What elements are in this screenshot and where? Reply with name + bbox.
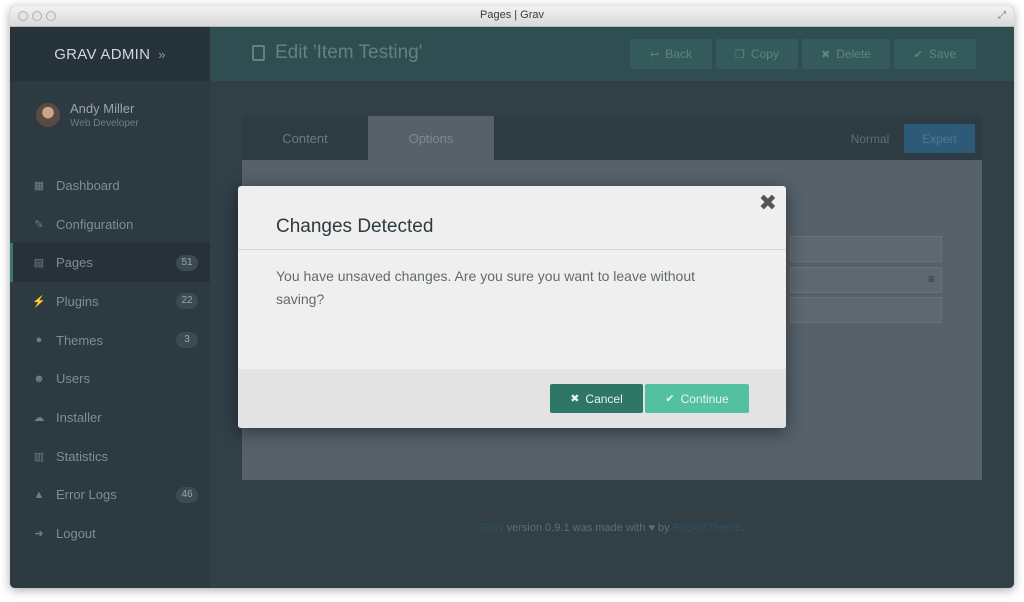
form-field[interactable] — [790, 236, 942, 262]
grid-icon: ▦ — [33, 179, 45, 192]
delete-button[interactable]: ✖ Delete — [802, 39, 890, 69]
form-field[interactable]: ≡ — [790, 267, 942, 293]
cancel-button[interactable]: ✖ Cancel — [550, 384, 643, 413]
sidebar-item-statistics[interactable]: ▥ Statistics — [10, 437, 210, 476]
check-icon: ✔ — [913, 48, 923, 61]
form-field[interactable] — [790, 297, 942, 323]
plug-icon: ⚡ — [32, 295, 46, 308]
sidebar-item-label: Logout — [56, 526, 96, 542]
count-badge: 46 — [176, 486, 198, 503]
delete-label: Delete — [836, 47, 871, 61]
sidebar-item-label: Installer — [56, 409, 102, 425]
continue-label: Continue — [680, 391, 729, 406]
sidebar-nav: ▦ Dashboard ✎ Configuration ▤ Pages 51 ⚡… — [10, 166, 210, 553]
grav-link[interactable]: Grav — [480, 522, 504, 534]
document-icon — [252, 45, 265, 61]
user-role: Web Developer — [70, 118, 139, 129]
sidebar-item-configuration[interactable]: ✎ Configuration — [10, 205, 210, 244]
sidebar-item-label: Pages — [56, 255, 93, 271]
tab-content[interactable]: Content — [242, 116, 368, 160]
file-icon: ▤ — [33, 257, 45, 270]
save-label: Save — [928, 47, 957, 61]
cloud-download-icon: ☁ — [33, 411, 45, 424]
sidebar-item-logout[interactable]: ➜ Logout — [10, 514, 210, 553]
back-button[interactable]: ↩ Back — [630, 39, 712, 69]
user-profile[interactable]: Andy Miller Web Developer — [36, 101, 139, 129]
continue-button[interactable]: ✔ Continue — [645, 384, 749, 413]
dialog-message: You have unsaved changes. Are you sure y… — [276, 268, 695, 307]
sidebar-item-label: Users — [56, 371, 90, 387]
avatar — [36, 103, 60, 127]
title-bar: Pages | Grav ⤢ — [10, 6, 1014, 27]
sidebar-item-users[interactable]: ☻ Users — [10, 359, 210, 398]
drop-icon: ● — [35, 334, 43, 347]
footer-text: version 0.9.1 was made with — [503, 522, 649, 534]
reply-icon: ↩ — [650, 48, 660, 61]
sidebar-item-label: Plugins — [56, 293, 99, 309]
collapse-chevron-icon[interactable]: » — [158, 47, 166, 62]
rockettheme-link[interactable]: RocketTheme — [673, 522, 741, 534]
fullscreen-icon[interactable]: ⤢ — [998, 10, 1006, 21]
tab-options[interactable]: Options — [368, 116, 494, 160]
save-button[interactable]: ✔ Save — [894, 39, 976, 69]
page-title-text: Edit 'Item Testing' — [275, 42, 423, 63]
sidebar-item-label: Themes — [56, 332, 103, 348]
close-icon: ✖ — [570, 393, 580, 405]
user-name: Andy Miller — [70, 101, 135, 116]
sidebar-item-themes[interactable]: ● Themes 3 — [10, 321, 210, 360]
sidebar-item-error-logs[interactable]: ▲ Error Logs 46 — [10, 476, 210, 515]
warning-icon: ▲ — [33, 488, 45, 501]
sidebar-item-label: Dashboard — [56, 177, 120, 193]
dialog-title: Changes Detected — [276, 216, 434, 237]
count-badge: 3 — [176, 332, 198, 349]
copy-button[interactable]: ❐ Copy — [716, 39, 798, 69]
page-title: Edit 'Item Testing' — [252, 42, 422, 64]
sidebar-item-dashboard[interactable]: ▦ Dashboard — [10, 166, 210, 205]
close-icon: ✖ — [821, 48, 831, 61]
copy-icon: ❐ — [735, 48, 745, 61]
page-header: Edit 'Item Testing' ↩ Back ❐ Copy ✖ Delete … — [210, 27, 1014, 81]
tabs-bar: Content Options Normal Expert — [242, 116, 982, 160]
count-badge: 22 — [176, 293, 198, 310]
count-badge: 51 — [176, 254, 198, 271]
expert-mode-button[interactable]: Expert — [904, 124, 975, 153]
bar-chart-icon: ▥ — [33, 450, 45, 463]
copy-label: Copy — [750, 47, 779, 61]
close-icon[interactable]: ✖ — [759, 192, 777, 214]
wrench-icon: ✎ — [34, 218, 44, 231]
footer: Grav version 0.9.1 was made with ♥ by Ro… — [210, 522, 1014, 534]
footer-text-end: . — [741, 522, 745, 534]
brand[interactable]: GRAV ADMIN » — [10, 27, 210, 81]
sign-out-icon: ➜ — [34, 528, 44, 541]
check-icon: ✔ — [665, 393, 675, 405]
brand-label: GRAV ADMIN — [54, 45, 151, 63]
sidebar-item-installer[interactable]: ☁ Installer — [10, 398, 210, 437]
footer-text-by: by — [655, 522, 673, 534]
menu-icon[interactable]: ≡ — [928, 272, 935, 286]
cancel-label: Cancel — [585, 391, 623, 406]
changes-detected-dialog: ✖ Changes Detected You have unsaved chan… — [238, 186, 786, 428]
sidebar-item-label: Statistics — [56, 448, 109, 464]
back-label: Back — [665, 47, 692, 61]
sidebar-item-plugins[interactable]: ⚡ Plugins 22 — [10, 282, 210, 321]
divider — [238, 249, 786, 250]
sidebar-item-label: Configuration — [56, 216, 134, 232]
sidebar-item-label: Error Logs — [56, 487, 117, 503]
user-icon: ☻ — [33, 372, 45, 385]
sidebar: GRAV ADMIN » Andy Miller Web Developer ▦… — [10, 27, 210, 588]
window-title: Pages | Grav — [480, 9, 544, 21]
normal-mode-button[interactable]: Normal — [836, 124, 904, 153]
sidebar-item-pages[interactable]: ▤ Pages 51 — [10, 243, 210, 283]
dialog-footer: ✖ Cancel ✔ Continue — [238, 369, 786, 428]
